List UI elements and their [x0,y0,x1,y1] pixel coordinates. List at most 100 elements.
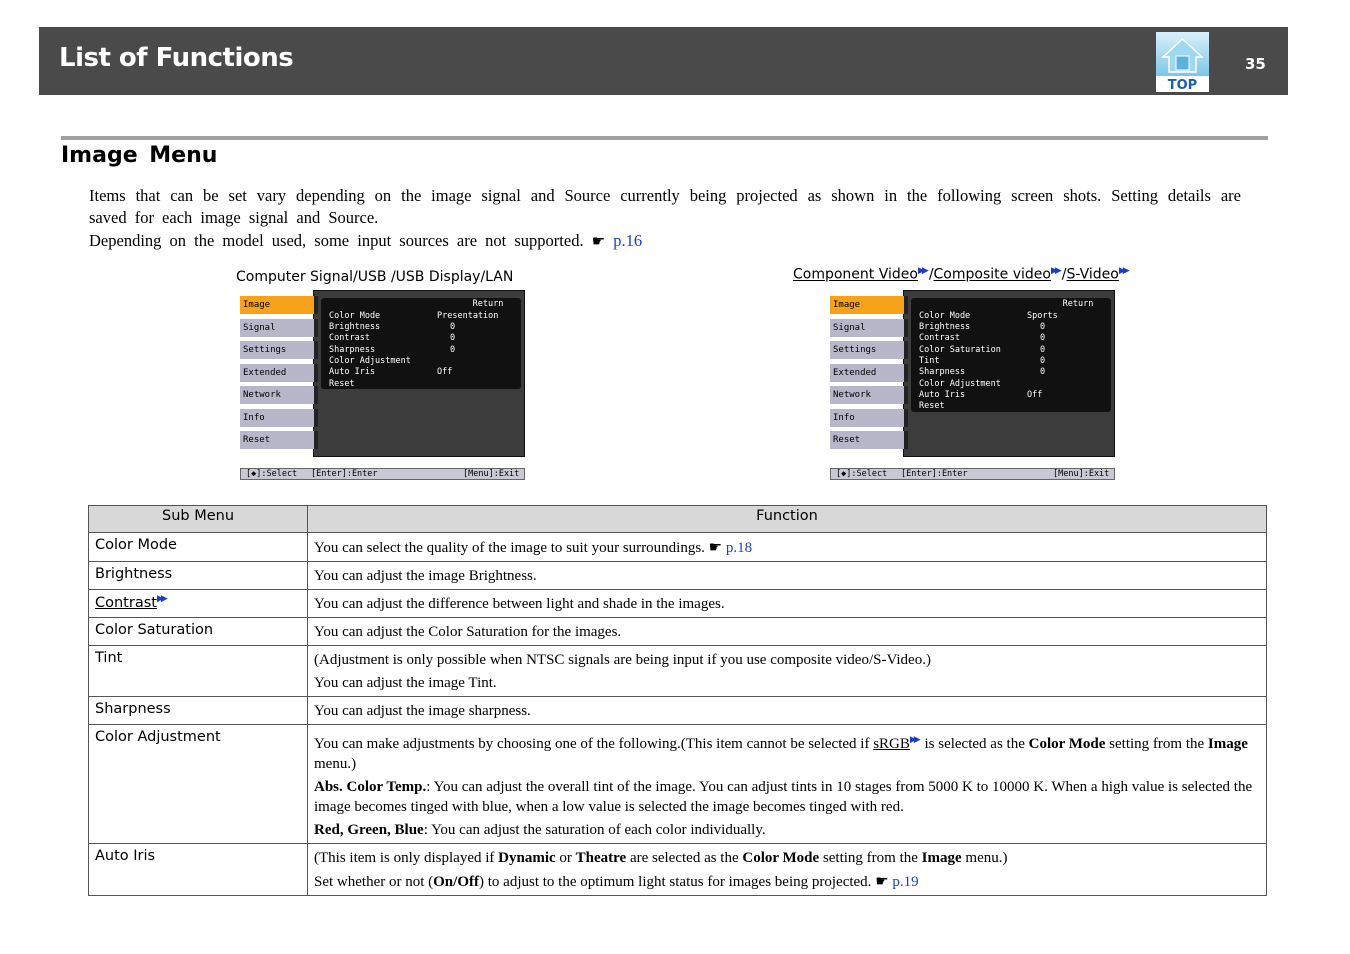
function-cell: You can adjust the difference between li… [307,589,1267,618]
function-cell: (Adjustment is only possible when NTSC s… [307,645,1267,697]
glossary-arrow-icon: ▶▶ [917,266,929,276]
sub-menu-tint: Tint [88,645,308,697]
menu-row-label: Color Saturation [919,345,1001,355]
intro-paragraph-2: Depending on the model used, some input … [89,231,643,250]
function-cell: (This item is only displayed if Dynamic … [307,843,1267,896]
link-p18[interactable]: p.18 [726,540,752,556]
menu-row-label: Reset [919,401,945,411]
glossary-arrow-icon: ▶▶ [1050,266,1062,276]
table-row: Tint (Adjustment is only possible when N… [88,645,1267,697]
menu-row-label: Reset [329,379,355,389]
menu-row-label: Color Mode [329,311,381,321]
header-function: Function [307,505,1267,533]
header-sub-menu: Sub Menu [88,505,308,533]
menu-row-label: Brightness [919,322,971,332]
link-p16[interactable]: p.16 [613,231,642,250]
glossary-arrow-icon: ▶▶ [156,594,168,604]
section-divider [61,136,1268,140]
page-header: List of Functions TOP 35 [39,27,1288,95]
pointing-hand-icon: ☛ [875,872,889,890]
link-srgb[interactable]: sRGB [873,736,910,752]
return-button: Return [458,299,518,309]
function-cell: You can adjust the Color Saturation for … [307,617,1267,646]
menu-tab-info: Info [240,409,318,427]
sub-menu-brightness: Brightness [88,561,308,590]
menu-tab-extended: Extended [240,364,318,382]
menu-tab-reset: Reset [830,431,908,449]
menu-row-label: Color Adjustment [329,356,411,366]
menu-tab-signal: Signal [830,319,908,337]
menu-row-value: Off [437,367,453,377]
sub-menu-color-saturation: Color Saturation [88,617,308,646]
menu-row-value: 0 [450,345,456,355]
functions-table: Sub Menu Function Color Mode You can sel… [88,505,1267,896]
link-component-video[interactable]: Component Video [793,267,918,283]
table-row: Color Adjustment You can make adjustment… [88,724,1267,844]
menu-footer: [◆]:Select [Enter]:Enter [Menu]:Exit [830,468,1115,480]
sub-menu-auto-iris: Auto Iris [88,843,308,896]
sub-menu-color-mode: Color Mode [88,532,308,562]
section-title: Image Menu [61,143,218,168]
menu-tab-network: Network [240,386,318,404]
header-title: List of Functions [59,43,294,73]
menu-row-value: Presentation [437,311,499,321]
menu-row-value: Off [1027,390,1043,400]
top-home-icon[interactable]: TOP [1156,32,1209,93]
intro-paragraph: Items that can be set vary depending on … [89,186,1241,227]
menu-row-label: Auto Iris [919,390,966,400]
intro-text: Items that can be set vary depending on … [89,185,1241,253]
menu-tab-network: Network [830,386,908,404]
table-header-row: Sub Menu Function [88,505,1267,533]
menu-tab-image: Image [240,296,318,314]
menu-row-label: Sharpness [919,367,966,377]
table-row: Auto Iris (This item is only displayed i… [88,843,1267,896]
menu-row-label: Tint [919,356,940,366]
sub-menu-sharpness: Sharpness [88,696,308,725]
menu-row-label: Color Adjustment [919,379,1001,389]
menu-tab-signal: Signal [240,319,318,337]
table-row: Sharpness You can adjust the image sharp… [88,696,1267,725]
menu-tab-image: Image [830,296,908,314]
menu-row-value: 0 [1040,367,1046,377]
table-row: Brightness You can adjust the image Brig… [88,561,1267,590]
screenshot-caption-computer: Computer Signal/USB /USB Display/LAN [236,269,514,285]
menu-row-value: 0 [450,333,456,343]
link-p19[interactable]: p.19 [892,874,918,890]
function-cell: You can make adjustments by choosing one… [307,724,1267,844]
menu-row-value: 0 [1040,356,1046,366]
menu-panel: Return Color Mode Brightness Contrast Sh… [313,290,525,457]
menu-screenshot-video: Return Color Mode Brightness Contrast Co… [830,290,1116,482]
menu-row-value: 0 [450,322,456,332]
menu-tab-info: Info [830,409,908,427]
glossary-arrow-icon: ▶▶ [909,734,921,744]
function-cell: You can adjust the image Brightness. [307,561,1267,590]
menu-row-value: 0 [1040,345,1046,355]
menu-tab-settings: Settings [830,341,908,359]
return-button: Return [1048,299,1108,309]
sub-menu-contrast[interactable]: Contrast▶▶ [88,589,308,618]
screenshot-caption-video: Component Video▶▶/Composite video▶▶/S-Vi… [793,266,1130,283]
sub-menu-color-adjustment: Color Adjustment [88,724,308,844]
menu-row-value: 0 [1040,333,1046,343]
menu-tab-settings: Settings [240,341,318,359]
pointing-hand-icon: ☛ [591,232,606,250]
menu-tab-reset: Reset [240,431,318,449]
menu-footer: [◆]:Select [Enter]:Enter [Menu]:Exit [240,468,525,480]
menu-row-value: 0 [1040,322,1046,332]
link-s-video[interactable]: S-Video [1067,267,1119,283]
link-composite-video[interactable]: Composite video [934,267,1051,283]
table-row: Contrast▶▶ You can adjust the difference… [88,589,1267,618]
function-cell: You can select the quality of the image … [307,532,1267,562]
menu-row-label: Sharpness [329,345,376,355]
menu-screenshot-computer: Return Color Mode Brightness Contrast Sh… [240,290,526,482]
menu-row-label: Contrast [919,333,960,343]
menu-panel: Return Color Mode Brightness Contrast Co… [903,290,1115,457]
menu-row-label: Brightness [329,322,381,332]
menu-row-label: Contrast [329,333,370,343]
top-label: TOP [1168,78,1197,92]
glossary-arrow-icon: ▶▶ [1118,266,1130,276]
table-row: Color Mode You can select the quality of… [88,532,1267,562]
menu-row-value: Sports [1027,311,1058,321]
table-row: Color Saturation You can adjust the Colo… [88,617,1267,646]
menu-tab-extended: Extended [830,364,908,382]
